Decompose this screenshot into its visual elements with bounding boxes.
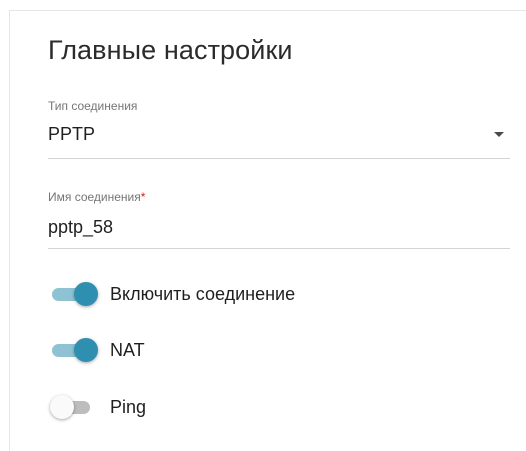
enable-connection-switch[interactable]	[50, 279, 98, 309]
nat-switch[interactable]	[50, 335, 98, 365]
connection-type-select[interactable]: Тип соединения PPTP	[48, 99, 510, 159]
connection-name-label: Имя соединения*	[48, 190, 145, 204]
toggle-row-enable-connection: Включить соединение	[50, 279, 490, 309]
connection-type-value[interactable]: PPTP	[48, 123, 95, 145]
ping-label: Ping	[110, 397, 147, 417]
connection-name-label-text: Имя соединения	[48, 190, 141, 204]
required-mark: *	[140, 190, 146, 204]
switch-knob	[74, 282, 98, 306]
ping-switch[interactable]	[50, 392, 98, 422]
chevron-down-icon[interactable]	[494, 132, 504, 137]
section-title: Главные настройки	[48, 35, 293, 65]
switch-knob	[50, 395, 74, 419]
connection-type-label: Тип соединения	[48, 99, 138, 113]
enable-connection-label: Включить соединение	[110, 284, 296, 304]
switch-knob	[74, 338, 98, 362]
connection-name-field[interactable]: Имя соединения* pptp_58	[48, 190, 510, 249]
toggle-row-ping: Ping	[50, 392, 490, 422]
nat-label: NAT	[110, 340, 145, 360]
connection-name-value[interactable]: pptp_58	[48, 216, 113, 238]
toggle-row-nat: NAT	[50, 335, 490, 365]
